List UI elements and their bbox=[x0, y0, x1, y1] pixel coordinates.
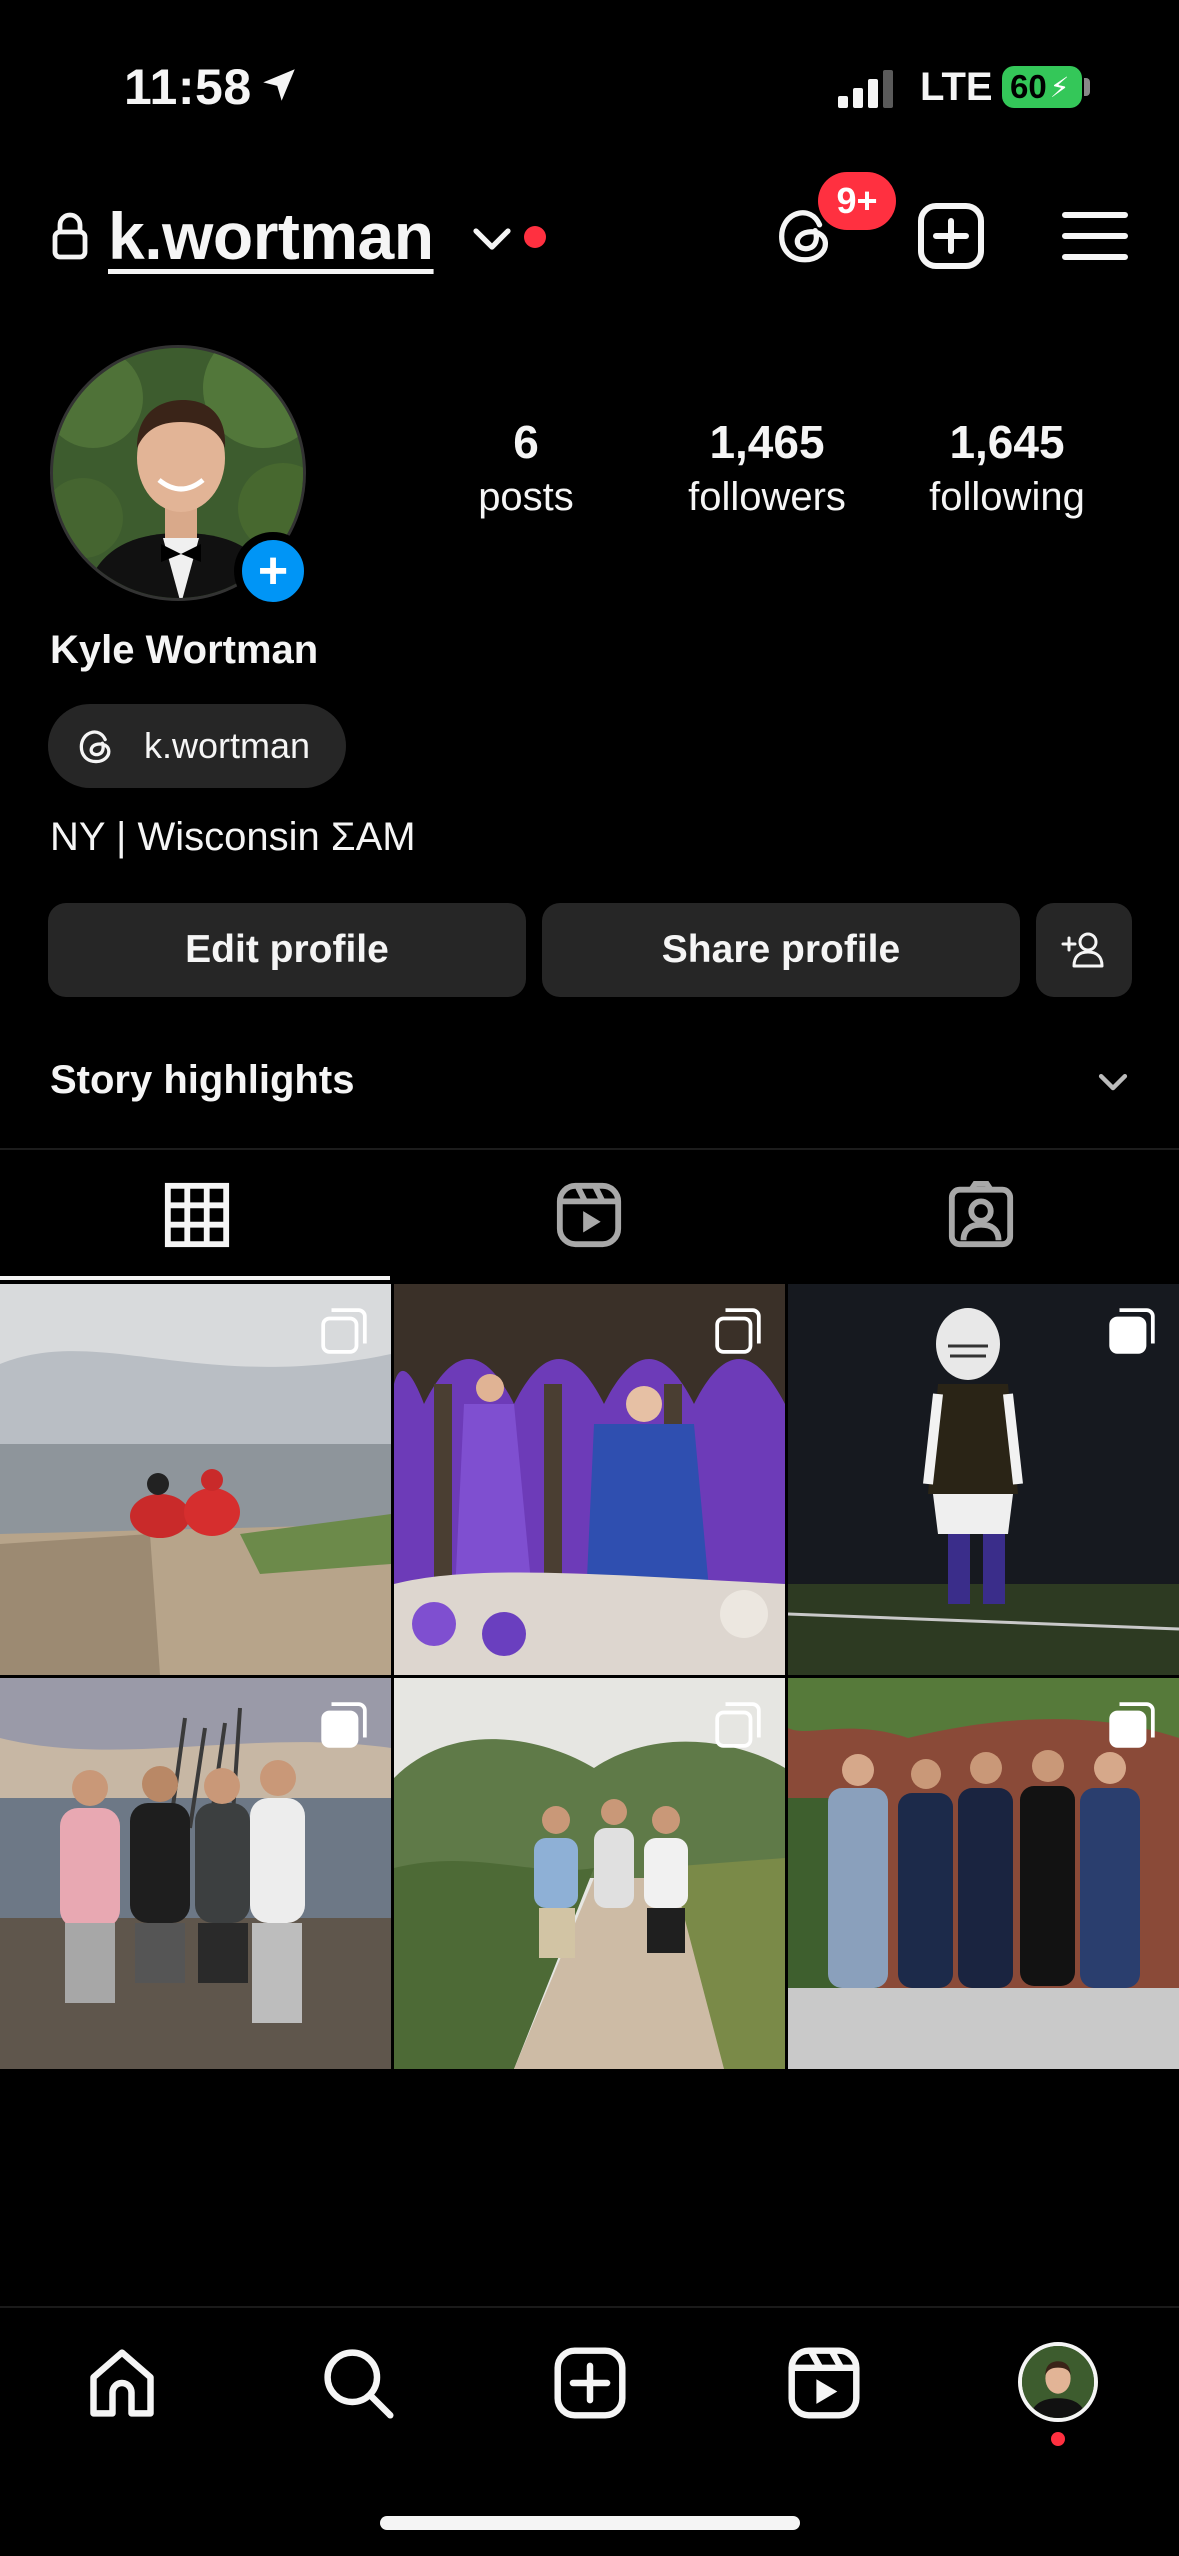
followers-label: followers bbox=[688, 475, 846, 519]
battery-level: 60 bbox=[1010, 68, 1047, 105]
threads-profile-link[interactable]: k.wortman bbox=[48, 704, 346, 788]
posts-count: 6 bbox=[513, 416, 539, 468]
add-story-button[interactable]: + bbox=[234, 532, 312, 610]
profile-notification-dot bbox=[1051, 2432, 1065, 2446]
carousel-icon bbox=[1109, 1702, 1155, 1748]
full-name: Kyle Wortman bbox=[50, 628, 319, 672]
charging-bolt-icon: ⚡ bbox=[1049, 71, 1070, 103]
search-icon[interactable] bbox=[320, 2345, 396, 2421]
status-time: 11:58 bbox=[124, 59, 252, 115]
story-highlights-title[interactable]: Story highlights bbox=[50, 1058, 354, 1103]
carousel-icon bbox=[1109, 1308, 1155, 1354]
stat-following[interactable]: 1,645 following bbox=[897, 415, 1117, 520]
following-label: following bbox=[929, 475, 1085, 519]
home-indicator[interactable] bbox=[380, 2516, 800, 2530]
nav-divider bbox=[0, 2306, 1179, 2308]
posts-label: posts bbox=[478, 475, 574, 519]
home-icon[interactable] bbox=[84, 2345, 160, 2421]
chevron-down-icon[interactable] bbox=[1096, 1070, 1130, 1096]
post-1[interactable] bbox=[0, 1284, 391, 1675]
account-notification-dot bbox=[524, 226, 546, 248]
avatar-photo bbox=[1022, 2346, 1094, 2418]
reels-icon[interactable] bbox=[786, 2345, 862, 2421]
reels-icon[interactable] bbox=[554, 1180, 624, 1250]
battery-cap bbox=[1084, 78, 1090, 96]
username-switcher[interactable]: k.wortman bbox=[108, 198, 434, 274]
post-3[interactable] bbox=[788, 1284, 1179, 1675]
following-count: 1,645 bbox=[949, 416, 1065, 468]
cellular-signal-icon bbox=[838, 70, 893, 108]
network-type: LTE bbox=[920, 65, 993, 109]
add-person-icon bbox=[1061, 932, 1104, 968]
stat-followers[interactable]: 1,465 followers bbox=[657, 415, 877, 520]
bio-text: NY | Wisconsin ΣΑΜ bbox=[50, 815, 416, 859]
post-4[interactable] bbox=[0, 1678, 391, 2069]
grid-icon[interactable] bbox=[162, 1180, 232, 1250]
carousel-icon bbox=[321, 1702, 367, 1748]
stat-posts[interactable]: 6 posts bbox=[416, 415, 636, 520]
post-2[interactable] bbox=[394, 1284, 785, 1675]
location-arrow-icon bbox=[263, 69, 295, 101]
carousel-icon bbox=[321, 1308, 367, 1354]
threads-handle: k.wortman bbox=[144, 725, 311, 766]
profile-tab-avatar[interactable] bbox=[1018, 2342, 1098, 2422]
post-6[interactable] bbox=[788, 1678, 1179, 2069]
followers-count: 1,465 bbox=[709, 416, 825, 468]
divider bbox=[0, 1148, 1179, 1150]
tagged-icon[interactable] bbox=[946, 1180, 1016, 1250]
active-tab-indicator bbox=[0, 1276, 390, 1280]
discover-people-button[interactable] bbox=[1036, 903, 1132, 997]
carousel-icon bbox=[715, 1308, 761, 1354]
lock-icon bbox=[52, 212, 88, 260]
create-icon[interactable] bbox=[552, 2345, 628, 2421]
menu-icon[interactable] bbox=[1062, 208, 1128, 264]
carousel-icon bbox=[715, 1702, 761, 1748]
edit-profile-button[interactable]: Edit profile bbox=[48, 903, 526, 997]
notification-badge: 9+ bbox=[818, 172, 896, 230]
battery-indicator: 60 ⚡ bbox=[1002, 66, 1082, 108]
share-profile-button[interactable]: Share profile bbox=[542, 903, 1020, 997]
threads-icon bbox=[79, 730, 111, 764]
post-5[interactable] bbox=[394, 1678, 785, 2069]
new-post-icon[interactable] bbox=[915, 200, 987, 272]
chevron-down-icon[interactable] bbox=[472, 224, 512, 254]
